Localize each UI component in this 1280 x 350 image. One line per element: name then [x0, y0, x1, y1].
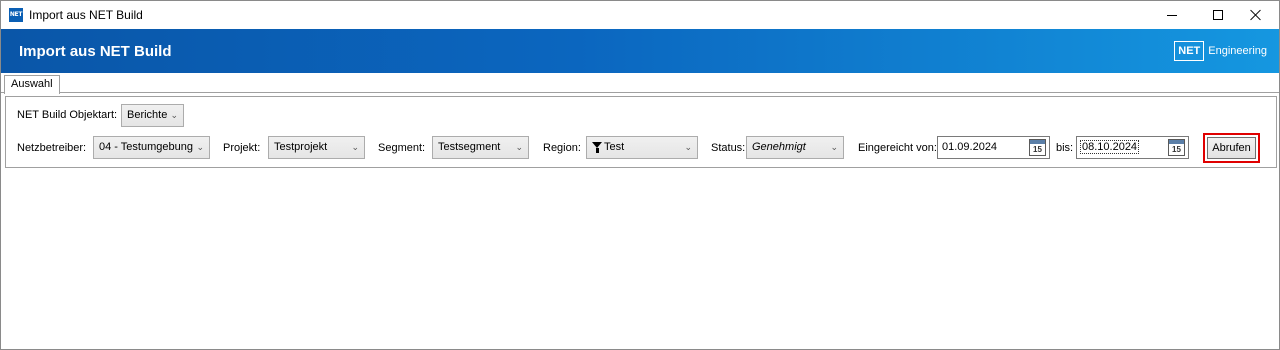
objektart-value: Berichte [127, 109, 168, 121]
banner-title: Import aus NET Build [19, 43, 172, 60]
region-value: Test [604, 141, 625, 153]
bis-label: bis: [1056, 142, 1074, 154]
close-button[interactable] [1233, 1, 1279, 29]
minimize-button[interactable] [1149, 1, 1195, 29]
calendar-icon-number: 15 [1172, 145, 1181, 154]
calendar-icon-number: 15 [1033, 145, 1042, 154]
region-select[interactable]: Test ⌄ [586, 136, 698, 159]
window-title: Import aus NET Build [29, 8, 143, 22]
status-select[interactable]: Genehmigt ⌄ [746, 136, 844, 159]
projekt-value: Testprojekt [274, 141, 328, 153]
chevron-down-icon: ⌄ [830, 142, 838, 152]
region-label: Region: [543, 142, 581, 154]
minimize-icon [1167, 14, 1177, 16]
projekt-select[interactable]: Testprojekt ⌄ [268, 136, 365, 159]
eingereicht-von-label: Eingereicht von: [858, 142, 937, 154]
chevron-down-icon: ⌄ [351, 142, 359, 152]
header-banner: Import aus NET Build NET Engineering [1, 29, 1279, 73]
segment-label: Segment: [378, 142, 426, 154]
tab-auswahl[interactable]: Auswahl [4, 75, 60, 94]
segment-value: Testsegment [438, 141, 501, 153]
date-to-input[interactable]: 08.10.2024 15 [1076, 136, 1189, 159]
chevron-down-icon: ⌄ [684, 142, 692, 152]
status-value: Genehmigt [752, 141, 806, 153]
app-icon: NET [9, 8, 23, 22]
netzbetreiber-label: Netzbetreiber: [17, 142, 87, 154]
brand-logo: NET Engineering [1174, 41, 1267, 61]
projekt-label: Projekt: [223, 142, 261, 154]
chevron-down-icon: ⌄ [196, 142, 204, 152]
status-label: Status: [711, 142, 746, 154]
abrufen-button[interactable]: Abrufen [1207, 137, 1256, 159]
netzbetreiber-value: 04 - Testumgebung [99, 141, 193, 153]
chevron-down-icon: ⌄ [170, 110, 178, 120]
net-logo-icon: NET [1174, 41, 1205, 61]
brand-text: Engineering [1208, 45, 1267, 57]
objektart-select[interactable]: Berichte ⌄ [121, 104, 184, 127]
segment-select[interactable]: Testsegment ⌄ [432, 136, 529, 159]
date-from-value: 01.09.2024 [942, 141, 998, 153]
title-bar: NET Import aus NET Build [1, 1, 1279, 29]
date-to-value: 08.10.2024 [1079, 140, 1140, 154]
objektart-label: NET Build Objektart: [17, 109, 118, 121]
filter-icon-stem [596, 147, 599, 153]
app-window: NET Import aus NET Build Import aus NET … [0, 0, 1280, 350]
date-from-input[interactable]: 01.09.2024 15 [937, 136, 1050, 159]
chevron-down-icon: ⌄ [515, 142, 523, 152]
close-icon [1250, 9, 1262, 21]
calendar-icon[interactable]: 15 [1029, 139, 1046, 156]
tab-strip: Auswahl [1, 73, 1279, 94]
maximize-icon [1213, 10, 1223, 20]
calendar-icon[interactable]: 15 [1168, 139, 1185, 156]
netzbetreiber-select[interactable]: 04 - Testumgebung ⌄ [93, 136, 210, 159]
